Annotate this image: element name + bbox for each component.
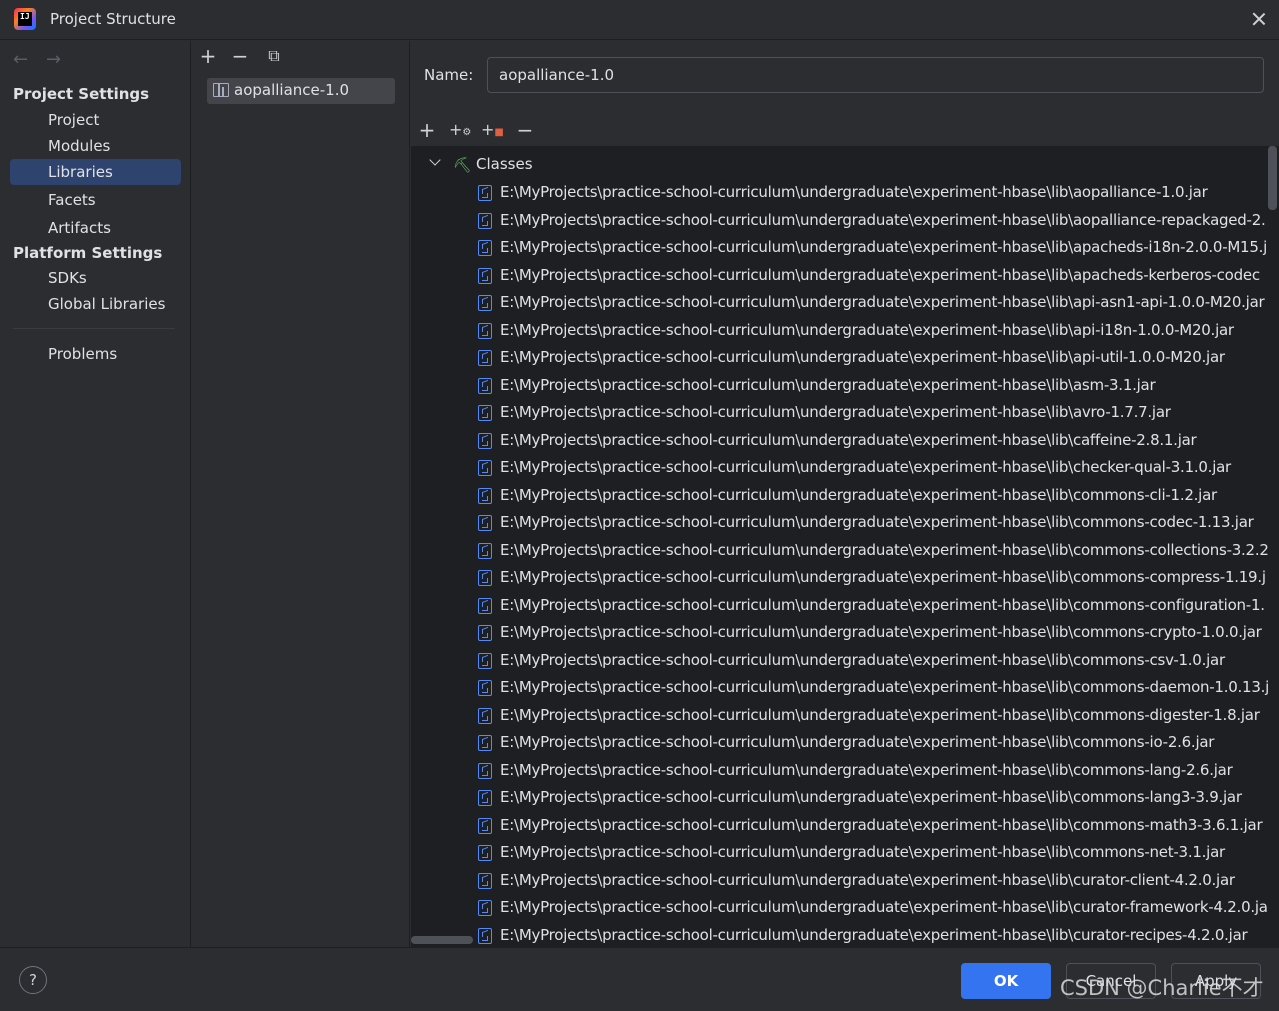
classes-tree[interactable]: ⛏ Classes E:\MyProjects\practice-school-… bbox=[411, 146, 1279, 947]
nav-item-facets[interactable]: Facets bbox=[10, 187, 181, 213]
jar-path: E:\MyProjects\practice-school-curriculum… bbox=[500, 870, 1235, 889]
forward-arrow-icon[interactable]: → bbox=[46, 49, 61, 70]
help-button[interactable]: ? bbox=[19, 966, 47, 994]
intellij-idea-icon: IJ bbox=[14, 8, 36, 30]
jar-path: E:\MyProjects\practice-school-curriculum… bbox=[500, 183, 1208, 201]
library-list-item[interactable]: aopalliance-1.0 bbox=[207, 78, 395, 104]
nav-item-global-libraries[interactable]: Global Libraries bbox=[10, 291, 181, 317]
classes-icon: ⛏ bbox=[453, 156, 473, 174]
nav-item-problems[interactable]: Problems bbox=[10, 341, 181, 367]
nav-item-sdks[interactable]: SDKs bbox=[10, 265, 181, 291]
jar-icon bbox=[478, 872, 492, 889]
remove-icon[interactable]: − bbox=[514, 119, 536, 141]
add-classes-icon[interactable]: +⚙ bbox=[449, 119, 471, 141]
tree-node-classes-label: Classes bbox=[476, 155, 533, 173]
jar-path: E:\MyProjects\practice-school-curriculum… bbox=[500, 293, 1265, 311]
jar-icon bbox=[478, 295, 492, 311]
jar-path: E:\MyProjects\practice-school-curriculum… bbox=[500, 815, 1263, 834]
jar-icon bbox=[478, 817, 492, 834]
jar-icon bbox=[478, 845, 492, 861]
jar-path: E:\MyProjects\practice-school-curriculum… bbox=[500, 540, 1269, 559]
vertical-scrollbar[interactable] bbox=[1268, 146, 1277, 210]
jar-icon bbox=[478, 322, 492, 339]
jar-path: E:\MyProjects\practice-school-curriculum… bbox=[500, 678, 1270, 696]
jar-icon bbox=[478, 377, 492, 394]
chevron-down-icon[interactable] bbox=[429, 154, 441, 166]
jar-path: E:\MyProjects\practice-school-curriculum… bbox=[500, 788, 1242, 806]
ok-button[interactable]: OK bbox=[961, 963, 1051, 999]
project-settings-header: Project Settings bbox=[13, 85, 150, 103]
nav-item-artifacts[interactable]: Artifacts bbox=[10, 215, 181, 241]
window-title: Project Structure bbox=[50, 10, 176, 28]
nav-item-project[interactable]: Project bbox=[10, 107, 181, 133]
nav-item-modules[interactable]: Modules bbox=[10, 133, 181, 159]
jar-path: E:\MyProjects\practice-school-curriculum… bbox=[500, 650, 1225, 669]
jar-path: E:\MyProjects\practice-school-curriculum… bbox=[500, 265, 1260, 284]
jar-icon bbox=[478, 762, 492, 779]
jar-icon bbox=[478, 267, 492, 284]
title-bar: IJ Project Structure bbox=[0, 0, 1279, 40]
add-icon[interactable]: + bbox=[416, 119, 438, 141]
jar-path: E:\MyProjects\practice-school-curriculum… bbox=[500, 210, 1266, 229]
jar-icon bbox=[478, 900, 492, 916]
jar-icon bbox=[478, 790, 492, 806]
libraries-panel: + − ⧉ aopalliance-1.0 bbox=[192, 41, 410, 947]
jar-path: E:\MyProjects\practice-school-curriculum… bbox=[500, 623, 1262, 641]
jar-icon bbox=[478, 597, 492, 614]
back-arrow-icon[interactable]: ← bbox=[13, 49, 28, 70]
jar-path: E:\MyProjects\practice-school-curriculum… bbox=[500, 375, 1156, 394]
jar-icon bbox=[478, 927, 492, 944]
jar-path: E:\MyProjects\practice-school-curriculum… bbox=[500, 705, 1260, 724]
watermark: CSDN @Charlie不才 bbox=[1060, 976, 1264, 1000]
jar-path: E:\MyProjects\practice-school-curriculum… bbox=[500, 843, 1225, 861]
jar-icon bbox=[478, 515, 492, 531]
copy-icon[interactable]: ⧉ bbox=[263, 45, 285, 67]
jar-icon bbox=[478, 625, 492, 641]
jar-path: E:\MyProjects\practice-school-curriculum… bbox=[500, 485, 1217, 504]
jar-path: E:\MyProjects\practice-school-curriculum… bbox=[500, 595, 1265, 614]
jar-path: E:\MyProjects\practice-school-curriculum… bbox=[500, 925, 1248, 944]
jar-path: E:\MyProjects\practice-school-curriculum… bbox=[500, 348, 1225, 366]
library-detail: Name: + +⚙ +■ − ⛏ Classes E:\MyProjects\… bbox=[411, 41, 1279, 947]
platform-settings-header: Platform Settings bbox=[13, 244, 163, 262]
jar-icon bbox=[478, 487, 492, 504]
nav-divider bbox=[13, 328, 175, 329]
jar-path: E:\MyProjects\practice-school-curriculum… bbox=[500, 760, 1233, 779]
jar-icon bbox=[478, 212, 492, 229]
library-icon bbox=[213, 83, 229, 97]
jar-icon bbox=[478, 707, 492, 724]
plus-icon[interactable]: + bbox=[197, 45, 219, 67]
jar-icon bbox=[478, 405, 492, 421]
dialog-footer: ? OK Cancel Apply CSDN @Charlie不才 bbox=[0, 947, 1279, 1011]
jar-path: E:\MyProjects\practice-school-curriculum… bbox=[500, 568, 1266, 586]
jar-icon bbox=[478, 240, 492, 256]
name-label: Name: bbox=[424, 66, 474, 84]
minus-icon[interactable]: − bbox=[229, 45, 251, 67]
jar-icon bbox=[478, 735, 492, 751]
close-icon[interactable] bbox=[1246, 6, 1272, 32]
jar-icon bbox=[478, 460, 492, 476]
jar-icon bbox=[478, 432, 492, 449]
name-field[interactable] bbox=[487, 57, 1264, 93]
jar-path: E:\MyProjects\practice-school-curriculum… bbox=[500, 403, 1171, 421]
settings-nav: ← → Project Settings Project Modules Lib… bbox=[0, 41, 191, 947]
jar-path: E:\MyProjects\practice-school-curriculum… bbox=[500, 898, 1268, 916]
jar-icon bbox=[478, 350, 492, 366]
jar-icon bbox=[478, 570, 492, 586]
jar-path: E:\MyProjects\practice-school-curriculum… bbox=[500, 320, 1234, 339]
jar-path: E:\MyProjects\practice-school-curriculum… bbox=[500, 238, 1268, 256]
jar-path: E:\MyProjects\practice-school-curriculum… bbox=[500, 733, 1215, 751]
jar-path: E:\MyProjects\practice-school-curriculum… bbox=[500, 458, 1231, 476]
nav-item-libraries[interactable]: Libraries bbox=[10, 159, 181, 185]
library-list-item-label: aopalliance-1.0 bbox=[234, 81, 350, 99]
jar-icon bbox=[478, 542, 492, 559]
jar-icon bbox=[478, 652, 492, 669]
add-jar-icon[interactable]: +■ bbox=[481, 119, 504, 141]
jar-icon bbox=[478, 680, 492, 696]
jar-path: E:\MyProjects\practice-school-curriculum… bbox=[500, 513, 1254, 531]
jar-path: E:\MyProjects\practice-school-curriculum… bbox=[500, 430, 1197, 449]
horizontal-scrollbar[interactable] bbox=[411, 936, 473, 944]
jar-icon bbox=[478, 185, 492, 201]
